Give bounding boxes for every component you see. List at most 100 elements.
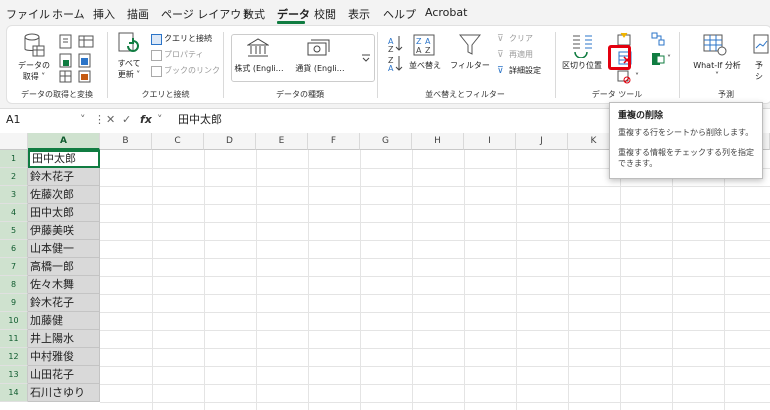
row-header-12[interactable]: 12 bbox=[0, 348, 28, 366]
tab-insert[interactable]: 挿入 bbox=[93, 6, 115, 22]
cell-a12[interactable]: 中村雅俊 bbox=[28, 348, 100, 366]
sort-button[interactable]: 並べ替え bbox=[407, 60, 443, 71]
cell-a10[interactable]: 加藤健 bbox=[28, 312, 100, 330]
filter-button[interactable]: フィルター bbox=[449, 60, 491, 71]
name-box[interactable]: A1 bbox=[6, 112, 76, 128]
row-header-13[interactable]: 13 bbox=[0, 366, 28, 384]
data-validation-icon[interactable] bbox=[617, 70, 631, 84]
gridline bbox=[724, 150, 725, 410]
cell-a3[interactable]: 佐藤次郎 bbox=[28, 186, 100, 204]
cell-a14[interactable]: 石川さゆり bbox=[28, 384, 100, 402]
cell-a11[interactable]: 井上陽水 bbox=[28, 330, 100, 348]
tab-page-layout[interactable]: ページ レイアウト bbox=[161, 6, 252, 22]
cell-a1[interactable]: 田中太郎 bbox=[28, 150, 100, 168]
cancel-icon[interactable]: ✕ bbox=[106, 112, 115, 128]
column-header-e[interactable]: E bbox=[256, 133, 308, 150]
ribbon-divider bbox=[223, 32, 224, 98]
tab-help[interactable]: ヘルプ bbox=[383, 6, 416, 22]
gridline bbox=[152, 150, 153, 410]
tab-acrobat[interactable]: Acrobat bbox=[425, 6, 467, 19]
edit-links-button[interactable]: ブックのリンク bbox=[164, 65, 220, 76]
forecast-sheet-button[interactable]: 予 bbox=[755, 60, 763, 71]
cell-a5[interactable]: 伊藤美咲 bbox=[28, 222, 100, 240]
gridline bbox=[204, 150, 205, 410]
stocks-button[interactable]: 株式 (Engli… bbox=[231, 63, 287, 74]
properties-button[interactable]: プロパティ bbox=[164, 49, 204, 60]
enter-icon[interactable]: ✓ bbox=[122, 112, 131, 128]
advanced-filter-button[interactable]: 詳細設定 bbox=[509, 65, 541, 76]
data-validation-dropdown-icon[interactable]: ˅ bbox=[635, 72, 639, 81]
sort-ascending-icon[interactable]: AZ ZA bbox=[387, 34, 403, 72]
row-header-5[interactable]: 5 bbox=[0, 222, 28, 240]
tab-view[interactable]: 表示 bbox=[348, 6, 370, 22]
get-data-button[interactable]: 取得 ˅ bbox=[15, 71, 53, 82]
row-header-11[interactable]: 11 bbox=[0, 330, 28, 348]
group-label-queries: クエリと接続 bbox=[141, 90, 190, 99]
tooltip-line-3: できます。 bbox=[618, 159, 658, 168]
row-header-14[interactable]: 14 bbox=[0, 384, 28, 402]
group-queries: すべて 更新 ˅ クエリと接続 プロパティ ブックのリンク クエリと接続 bbox=[108, 26, 223, 103]
relationships-icon[interactable] bbox=[651, 52, 665, 66]
clear-button[interactable]: クリア bbox=[509, 33, 533, 44]
text-to-columns-icon bbox=[573, 35, 592, 58]
reapply-button[interactable]: 再適用 bbox=[509, 49, 533, 60]
column-header-c[interactable]: C bbox=[152, 133, 204, 150]
insert-function-icon[interactable]: fx bbox=[140, 112, 152, 128]
cell-a6[interactable]: 山本健一 bbox=[28, 240, 100, 258]
consolidate-icon[interactable] bbox=[651, 32, 665, 46]
name-box-dropdown-icon[interactable]: ˅ bbox=[80, 112, 86, 128]
cell-a9[interactable]: 鈴木花子 bbox=[28, 294, 100, 312]
data-source-icons[interactable] bbox=[59, 34, 99, 84]
tab-home[interactable]: ホーム bbox=[52, 6, 85, 22]
row-header-2[interactable]: 2 bbox=[0, 168, 28, 186]
row-header-1[interactable]: 1 bbox=[0, 150, 28, 168]
cell-a4[interactable]: 田中太郎 bbox=[28, 204, 100, 222]
cell-a7[interactable]: 高橋一郎 bbox=[28, 258, 100, 276]
column-header-j[interactable]: J bbox=[516, 133, 568, 150]
flash-fill-icon[interactable] bbox=[617, 32, 631, 46]
currency-button[interactable]: 通貨 (Engli… bbox=[290, 63, 350, 74]
column-header-g[interactable]: G bbox=[360, 133, 412, 150]
sort-icon: Z AA Z bbox=[413, 34, 435, 56]
tab-draw[interactable]: 描画 bbox=[127, 6, 149, 22]
gallery-dropdown-icon[interactable] bbox=[361, 52, 371, 62]
tab-review[interactable]: 校閲 bbox=[314, 6, 336, 22]
queries-connections-button[interactable]: クエリと接続 bbox=[164, 33, 212, 44]
refresh-all-label[interactable]: すべて bbox=[112, 58, 146, 69]
tab-file[interactable]: ファイル bbox=[6, 6, 50, 22]
row-header-6[interactable]: 6 bbox=[0, 240, 28, 258]
row-header-3[interactable]: 3 bbox=[0, 186, 28, 204]
tab-formulas[interactable]: 数式 bbox=[243, 6, 265, 22]
row-header-9[interactable]: 9 bbox=[0, 294, 28, 312]
edit-links-icon bbox=[151, 66, 162, 77]
column-header-a[interactable]: A bbox=[28, 133, 100, 150]
column-header-f[interactable]: F bbox=[308, 133, 360, 150]
what-if-dropdown[interactable]: ˅ bbox=[689, 71, 745, 80]
expand-formula-icon[interactable]: ˅ bbox=[157, 112, 163, 128]
cell-a2[interactable]: 鈴木花子 bbox=[28, 168, 100, 186]
row-header-8[interactable]: 8 bbox=[0, 276, 28, 294]
cell-a13[interactable]: 山田花子 bbox=[28, 366, 100, 384]
what-if-button[interactable]: What-If 分析 bbox=[689, 60, 745, 71]
column-header-i[interactable]: I bbox=[464, 133, 516, 150]
text-to-columns-button[interactable]: 区切り位置 bbox=[557, 60, 607, 71]
refresh-all-button[interactable]: 更新 ˅ bbox=[112, 69, 146, 80]
gridline bbox=[100, 366, 770, 367]
get-data-label[interactable]: データの bbox=[15, 60, 53, 71]
gridline bbox=[100, 402, 770, 403]
column-header-d[interactable]: D bbox=[204, 133, 256, 150]
more-options-icon[interactable]: ⋮ bbox=[94, 112, 105, 128]
row-header-7[interactable]: 7 bbox=[0, 258, 28, 276]
tab-data[interactable]: データ bbox=[277, 6, 310, 22]
select-all-corner[interactable] bbox=[0, 133, 28, 150]
forecast-sheet-button-2[interactable]: シ bbox=[755, 71, 763, 82]
cell-a8[interactable]: 佐々木舞 bbox=[28, 276, 100, 294]
column-header-b[interactable]: B bbox=[100, 133, 152, 150]
row-header-4[interactable]: 4 bbox=[0, 204, 28, 222]
column-header-h[interactable]: H bbox=[412, 133, 464, 150]
formula-input[interactable]: 田中太郎 bbox=[178, 112, 222, 128]
relationships-dropdown-icon[interactable]: ˅ bbox=[667, 54, 671, 63]
group-label-data-types: データの種類 bbox=[276, 90, 324, 99]
svg-text:Z: Z bbox=[388, 45, 394, 54]
row-header-10[interactable]: 10 bbox=[0, 312, 28, 330]
